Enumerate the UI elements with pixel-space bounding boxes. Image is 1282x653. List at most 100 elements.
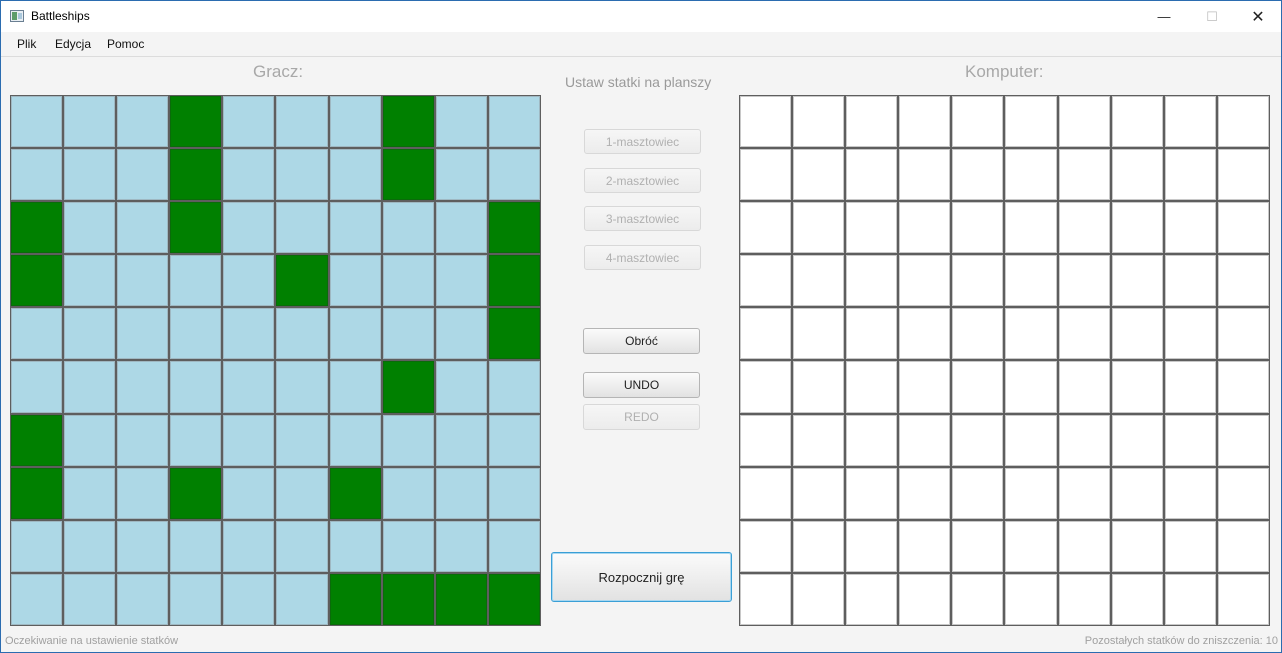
water-cell[interactable] [117, 467, 169, 519]
ship-cell[interactable] [11, 202, 63, 254]
computer-cell[interactable] [899, 573, 951, 625]
computer-cell[interactable] [1164, 308, 1216, 360]
computer-cell[interactable] [1005, 414, 1057, 466]
ship-2-button[interactable]: 2-masztowiec [584, 168, 701, 193]
ship-cell[interactable] [488, 573, 540, 625]
computer-cell[interactable] [1111, 149, 1163, 201]
start-game-button[interactable]: Rozpocznij grę [551, 552, 732, 602]
computer-cell[interactable] [740, 361, 792, 413]
computer-cell[interactable] [846, 202, 898, 254]
computer-cell[interactable] [952, 255, 1004, 307]
computer-cell[interactable] [899, 414, 951, 466]
water-cell[interactable] [276, 149, 328, 201]
water-cell[interactable] [11, 96, 63, 148]
computer-cell[interactable] [952, 202, 1004, 254]
computer-cell[interactable] [793, 202, 845, 254]
ship-cell[interactable] [488, 308, 540, 360]
water-cell[interactable] [329, 96, 381, 148]
water-cell[interactable] [223, 467, 275, 519]
ship-cell[interactable] [276, 255, 328, 307]
water-cell[interactable] [170, 361, 222, 413]
water-cell[interactable] [117, 361, 169, 413]
water-cell[interactable] [64, 573, 116, 625]
water-cell[interactable] [223, 520, 275, 572]
computer-cell[interactable] [1217, 414, 1269, 466]
water-cell[interactable] [223, 202, 275, 254]
computer-cell[interactable] [1111, 255, 1163, 307]
water-cell[interactable] [276, 467, 328, 519]
water-cell[interactable] [435, 255, 487, 307]
computer-cell[interactable] [1217, 255, 1269, 307]
water-cell[interactable] [170, 308, 222, 360]
computer-cell[interactable] [1111, 202, 1163, 254]
computer-cell[interactable] [952, 573, 1004, 625]
ship-cell[interactable] [488, 202, 540, 254]
computer-cell[interactable] [846, 414, 898, 466]
computer-cell[interactable] [1164, 202, 1216, 254]
water-cell[interactable] [276, 308, 328, 360]
water-cell[interactable] [382, 520, 434, 572]
computer-cell[interactable] [793, 573, 845, 625]
water-cell[interactable] [117, 255, 169, 307]
ship-cell[interactable] [382, 96, 434, 148]
water-cell[interactable] [64, 149, 116, 201]
computer-cell[interactable] [952, 149, 1004, 201]
ship-cell[interactable] [170, 149, 222, 201]
computer-cell[interactable] [793, 414, 845, 466]
water-cell[interactable] [64, 361, 116, 413]
computer-cell[interactable] [1164, 96, 1216, 148]
computer-cell[interactable] [793, 520, 845, 572]
computer-cell[interactable] [1058, 149, 1110, 201]
water-cell[interactable] [435, 467, 487, 519]
ship-3-button[interactable]: 3-masztowiec [584, 206, 701, 231]
water-cell[interactable] [117, 202, 169, 254]
computer-cell[interactable] [793, 149, 845, 201]
computer-cell[interactable] [1217, 520, 1269, 572]
computer-cell[interactable] [952, 467, 1004, 519]
water-cell[interactable] [117, 414, 169, 466]
computer-cell[interactable] [1111, 467, 1163, 519]
computer-cell[interactable] [1005, 361, 1057, 413]
computer-cell[interactable] [1217, 149, 1269, 201]
water-cell[interactable] [64, 520, 116, 572]
computer-cell[interactable] [740, 96, 792, 148]
water-cell[interactable] [276, 414, 328, 466]
water-cell[interactable] [223, 361, 275, 413]
water-cell[interactable] [329, 202, 381, 254]
water-cell[interactable] [11, 361, 63, 413]
computer-cell[interactable] [1217, 467, 1269, 519]
water-cell[interactable] [117, 308, 169, 360]
computer-cell[interactable] [952, 96, 1004, 148]
water-cell[interactable] [276, 573, 328, 625]
computer-cell[interactable] [1217, 308, 1269, 360]
computer-cell[interactable] [1005, 467, 1057, 519]
computer-cell[interactable] [1164, 414, 1216, 466]
computer-cell[interactable] [899, 255, 951, 307]
ship-cell[interactable] [382, 573, 434, 625]
water-cell[interactable] [64, 202, 116, 254]
ship-cell[interactable] [170, 202, 222, 254]
computer-cell[interactable] [740, 308, 792, 360]
water-cell[interactable] [11, 149, 63, 201]
water-cell[interactable] [170, 573, 222, 625]
computer-cell[interactable] [846, 361, 898, 413]
water-cell[interactable] [435, 414, 487, 466]
water-cell[interactable] [223, 96, 275, 148]
computer-cell[interactable] [740, 149, 792, 201]
water-cell[interactable] [329, 361, 381, 413]
water-cell[interactable] [435, 149, 487, 201]
computer-cell[interactable] [899, 467, 951, 519]
computer-cell[interactable] [1164, 255, 1216, 307]
computer-cell[interactable] [1058, 96, 1110, 148]
computer-cell[interactable] [793, 467, 845, 519]
water-cell[interactable] [64, 96, 116, 148]
ship-cell[interactable] [329, 573, 381, 625]
water-cell[interactable] [488, 520, 540, 572]
computer-cell[interactable] [740, 202, 792, 254]
ship-cell[interactable] [11, 255, 63, 307]
computer-cell[interactable] [740, 573, 792, 625]
computer-cell[interactable] [1217, 573, 1269, 625]
menu-pomoc[interactable]: Pomoc [107, 37, 144, 51]
water-cell[interactable] [329, 520, 381, 572]
water-cell[interactable] [11, 308, 63, 360]
